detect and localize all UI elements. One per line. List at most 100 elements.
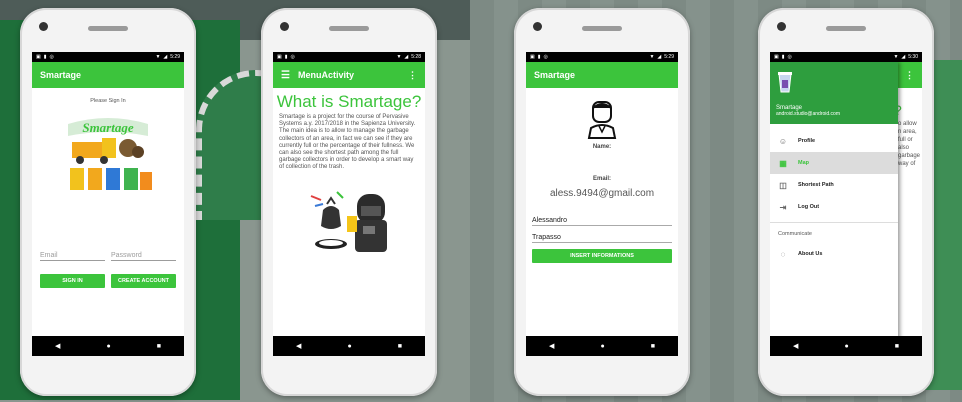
earpiece-speaker	[329, 26, 369, 31]
app-bar: ☰ MenuActivity ⋮	[273, 62, 425, 88]
drawer-section-communicate: Communicate	[770, 222, 898, 239]
navigation-bar: ◀ ● ■	[770, 336, 922, 356]
user-avatar-icon	[587, 101, 617, 139]
sync-icon: ◎	[543, 54, 548, 60]
email-value: aless.9494@gmail.com	[549, 188, 655, 199]
status-bar: ▣ ▮ ◎ ▼ ◢ 5:29	[32, 52, 184, 62]
notification-icon: ▣	[774, 54, 779, 60]
earpiece-speaker	[582, 26, 622, 31]
menu-activity-screen: ▣ ▮ ◎ ▼ ◢ 5:28 ☰ MenuActivity ⋮ What is …	[273, 52, 425, 356]
navigation-bar: ◀ ● ■	[273, 336, 425, 356]
path-icon: ◫	[779, 180, 787, 190]
front-camera	[777, 22, 786, 31]
sync-icon: ◎	[49, 54, 54, 60]
drawer-item-label: Map	[798, 160, 809, 166]
map-icon: ▦	[779, 158, 787, 168]
password-input[interactable]: Password	[111, 252, 176, 261]
navigation-drawer: Smartage android.studio@android.com ☺ Pr…	[770, 62, 898, 356]
status-bar: ▣ ▮ ◎ ▼ ◢ 5:29	[526, 52, 678, 62]
login-screen: ▣ ▮ ◎ ▼ ◢ 5:29 Smartage Please Sign In S…	[32, 52, 184, 356]
email-label: Email:	[592, 176, 611, 182]
home-icon[interactable]: ●	[106, 343, 110, 350]
behind-text: o allow n area, full or also garbage way…	[898, 121, 921, 167]
drawer-item-label: Profile	[798, 138, 816, 144]
wifi-icon: ▼	[396, 54, 402, 60]
app-title: Smartage	[534, 70, 576, 80]
phone-profile: ▣ ▮ ◎ ▼ ◢ 5:29 Smartage Name: Email: ale…	[514, 8, 690, 396]
app-title: Smartage	[40, 70, 82, 80]
signal-icon: ◢	[163, 54, 168, 60]
earpiece-speaker	[826, 26, 866, 31]
email-input[interactable]: Email	[40, 252, 105, 261]
back-icon[interactable]: ◀	[549, 342, 554, 350]
app-bar: Smartage	[526, 62, 678, 88]
recents-icon[interactable]: ■	[895, 343, 899, 350]
sign-in-prompt: Please Sign In	[90, 98, 126, 104]
phone-menu-activity: ▣ ▮ ◎ ▼ ◢ 5:28 ☰ MenuActivity ⋮ What is …	[261, 8, 437, 396]
status-bar: ▣ ▮ ◎ ▼ ◢ 5:30	[770, 52, 922, 62]
status-time: 5:29	[170, 54, 180, 60]
create-account-button[interactable]: CREATE ACCOUNT	[111, 274, 176, 288]
name-label: Name:	[592, 144, 612, 150]
drawer-item-map[interactable]: ▦ Map	[770, 152, 898, 174]
drawer-item-about-us[interactable]: ◌ About Us	[770, 243, 898, 265]
description-text: Smartage is a project for the course of …	[279, 114, 416, 171]
earpiece-speaker	[88, 26, 128, 31]
navigation-bar: ◀ ● ■	[32, 336, 184, 356]
trash-cup-icon	[778, 72, 792, 93]
darth-vader-trash-illustration	[310, 190, 387, 252]
person-icon: ☺	[778, 136, 788, 146]
sign-in-button[interactable]: SIGN IN	[40, 274, 105, 288]
status-time: 5:28	[411, 54, 421, 60]
back-icon[interactable]: ◀	[793, 342, 798, 350]
front-camera	[39, 22, 48, 31]
front-camera	[533, 22, 542, 31]
home-icon[interactable]: ●	[844, 343, 848, 350]
phone-navigation-drawer: ▣ ▮ ◎ ▼ ◢ 5:30 ⋮ ? o allow n area, full …	[758, 8, 934, 396]
first-name-input[interactable]: Alessandro	[532, 217, 672, 226]
status-time: 5:29	[664, 54, 674, 60]
logout-icon: ⇥	[779, 202, 787, 212]
drawer-item-label: About Us	[798, 251, 823, 257]
sync-icon: ◎	[290, 54, 295, 60]
login-buttons: SIGN IN CREATE ACCOUNT	[40, 274, 176, 288]
home-icon[interactable]: ●	[347, 343, 351, 350]
battery-icon: ▮	[537, 54, 541, 60]
back-icon[interactable]: ◀	[296, 342, 301, 350]
notification-icon: ▣	[277, 54, 282, 60]
drawer-screen: ▣ ▮ ◎ ▼ ◢ 5:30 ⋮ ? o allow n area, full …	[770, 52, 922, 356]
drawer-item-shortest-path[interactable]: ◫ Shortest Path	[770, 174, 898, 196]
recents-icon[interactable]: ■	[157, 343, 161, 350]
status-time: 5:30	[908, 54, 918, 60]
front-camera	[280, 22, 289, 31]
home-icon[interactable]: ●	[600, 343, 604, 350]
wifi-icon: ▼	[649, 54, 655, 60]
drawer-item-label: Shortest Path	[798, 182, 834, 188]
recents-icon[interactable]: ■	[651, 343, 655, 350]
battery-icon: ▮	[781, 54, 785, 60]
phone-login: ▣ ▮ ◎ ▼ ◢ 5:29 Smartage Please Sign In S…	[20, 8, 196, 396]
last-name-input[interactable]: Trapasso	[532, 234, 672, 243]
recents-icon[interactable]: ■	[398, 343, 402, 350]
app-title: MenuActivity	[297, 70, 354, 80]
signal-icon: ◢	[404, 54, 409, 60]
login-fields: Email Password	[40, 252, 176, 261]
wifi-icon: ▼	[893, 54, 899, 60]
profile-screen: ▣ ▮ ◎ ▼ ◢ 5:29 Smartage Name: Email: ale…	[526, 52, 678, 356]
insert-informations-button[interactable]: INSERT INFORMATIONS	[532, 249, 672, 263]
battery-icon: ▮	[43, 54, 47, 60]
drawer-item-profile[interactable]: ☺ Profile	[770, 130, 898, 152]
back-icon[interactable]: ◀	[55, 342, 60, 350]
hamburger-menu-icon[interactable]: ☰	[281, 70, 290, 81]
battery-icon: ▮	[284, 54, 288, 60]
drawer-header: Smartage android.studio@android.com	[770, 62, 898, 124]
drawer-item-log-out[interactable]: ⇥ Log Out	[770, 196, 898, 218]
smartage-logo: Smartage	[62, 112, 154, 194]
overflow-menu-icon[interactable]: ⋮	[408, 70, 417, 81]
navigation-bar: ◀ ● ■	[526, 336, 678, 356]
notification-icon: ▣	[530, 54, 535, 60]
overflow-menu-icon[interactable]: ⋮	[905, 70, 914, 81]
drawer-item-label: Log Out	[798, 204, 820, 210]
drawer-user-email: android.studio@android.com	[776, 111, 841, 117]
status-bar: ▣ ▮ ◎ ▼ ◢ 5:28	[273, 52, 425, 62]
